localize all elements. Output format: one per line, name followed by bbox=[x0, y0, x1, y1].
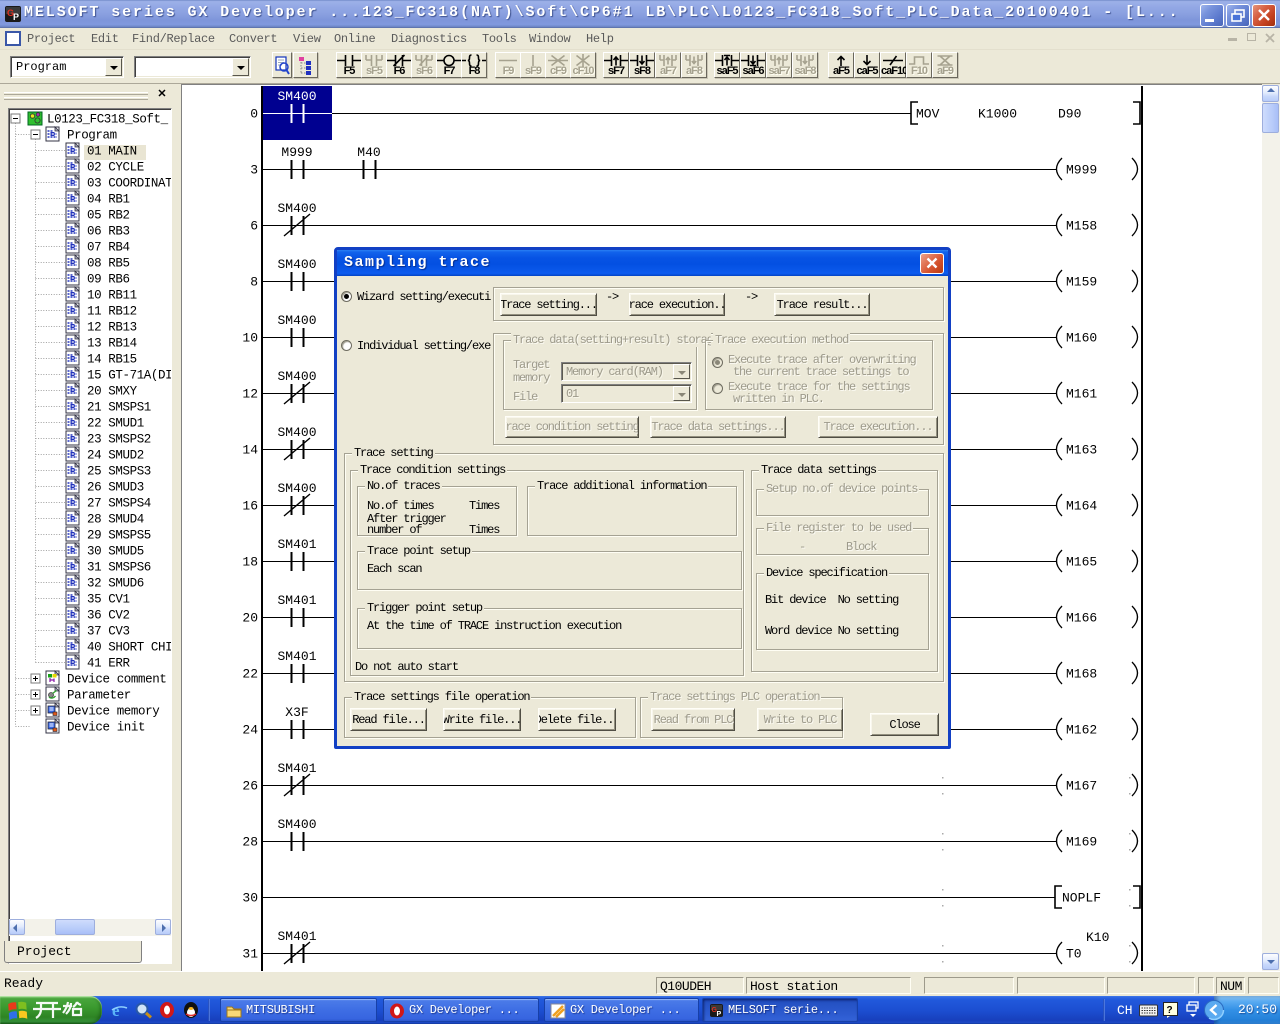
svg-text:M167: M167 bbox=[1066, 779, 1097, 794]
svg-text:8: 8 bbox=[250, 275, 258, 290]
svg-text:SM401: SM401 bbox=[278, 537, 317, 552]
svg-text:SM401: SM401 bbox=[278, 929, 317, 944]
svg-text:M40: M40 bbox=[357, 145, 380, 160]
svg-text:M162: M162 bbox=[1066, 723, 1097, 738]
svg-text:31: 31 bbox=[242, 947, 258, 962]
svg-text:M164: M164 bbox=[1066, 499, 1097, 514]
svg-text:22: 22 bbox=[242, 667, 258, 682]
svg-text:SM400: SM400 bbox=[278, 817, 317, 832]
svg-text:SM401: SM401 bbox=[278, 649, 317, 664]
svg-text:M166: M166 bbox=[1066, 611, 1097, 626]
svg-text:10: 10 bbox=[242, 331, 258, 346]
svg-text:12: 12 bbox=[242, 387, 258, 402]
svg-text:26: 26 bbox=[242, 779, 258, 794]
svg-text:SM400: SM400 bbox=[278, 313, 317, 328]
svg-text:NOPLF: NOPLF bbox=[1062, 891, 1101, 906]
svg-text:SM400: SM400 bbox=[278, 425, 317, 440]
svg-text:M160: M160 bbox=[1066, 331, 1097, 346]
svg-text:SM400: SM400 bbox=[278, 481, 317, 496]
svg-text:M999: M999 bbox=[281, 145, 312, 160]
svg-text:M165: M165 bbox=[1066, 555, 1097, 570]
svg-text:M159: M159 bbox=[1066, 275, 1097, 290]
svg-text:M999: M999 bbox=[1066, 163, 1097, 178]
svg-text:SM400: SM400 bbox=[278, 89, 317, 104]
svg-text:M169: M169 bbox=[1066, 835, 1097, 850]
svg-text:28: 28 bbox=[242, 835, 258, 850]
svg-text:MOV: MOV bbox=[916, 107, 940, 122]
svg-text:M168: M168 bbox=[1066, 667, 1097, 682]
svg-text:SM400: SM400 bbox=[278, 257, 317, 272]
svg-text:M161: M161 bbox=[1066, 387, 1097, 402]
svg-text:14: 14 bbox=[242, 443, 258, 458]
svg-text:D90: D90 bbox=[1058, 107, 1081, 122]
svg-text:K1000: K1000 bbox=[978, 107, 1017, 122]
svg-text:0: 0 bbox=[250, 107, 258, 122]
svg-text:SM401: SM401 bbox=[278, 593, 317, 608]
svg-text:20: 20 bbox=[242, 611, 258, 626]
svg-text:SM400: SM400 bbox=[278, 201, 317, 216]
svg-text:X3F: X3F bbox=[285, 705, 308, 720]
svg-text:T0: T0 bbox=[1066, 947, 1082, 962]
svg-text:?: ? bbox=[1167, 1005, 1173, 1016]
svg-text:P: P bbox=[717, 1011, 722, 1018]
svg-text:K10: K10 bbox=[1086, 930, 1109, 945]
svg-text:M158: M158 bbox=[1066, 219, 1097, 234]
svg-text:24: 24 bbox=[242, 723, 258, 738]
svg-text:18: 18 bbox=[242, 555, 258, 570]
svg-text:3: 3 bbox=[250, 163, 258, 178]
svg-text:30: 30 bbox=[242, 891, 258, 906]
svg-text:M163: M163 bbox=[1066, 443, 1097, 458]
svg-text:SM401: SM401 bbox=[278, 761, 317, 776]
svg-text:SM400: SM400 bbox=[278, 369, 317, 384]
svg-text:6: 6 bbox=[250, 219, 258, 234]
svg-text:16: 16 bbox=[242, 499, 258, 514]
